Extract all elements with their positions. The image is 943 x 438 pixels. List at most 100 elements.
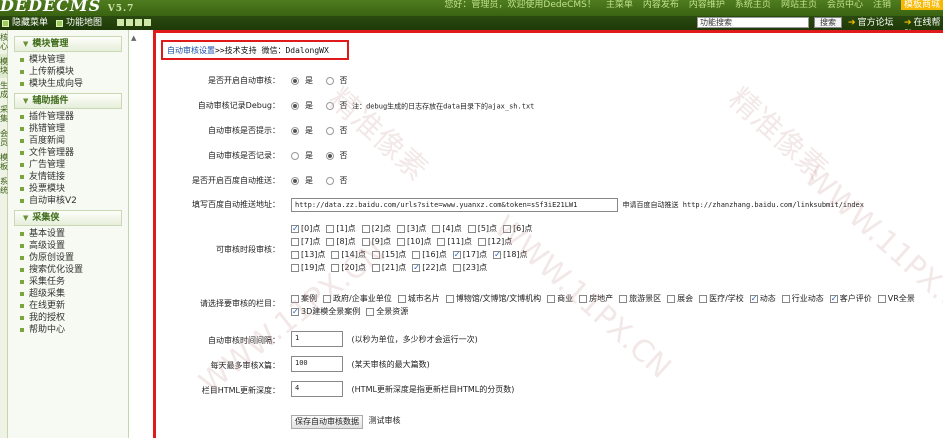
checkbox-icon[interactable] bbox=[397, 294, 406, 303]
column-checkbox[interactable]: 城市名片 bbox=[397, 293, 440, 305]
hour-checkbox[interactable]: [15]点 bbox=[371, 249, 406, 261]
sidebar-item-auto-review[interactable]: 自动审核V2 bbox=[20, 195, 128, 207]
sidebar-item-module-manage[interactable]: 模块管理 bbox=[20, 54, 128, 66]
sidebar-item-upload-module[interactable]: 上传新模块 bbox=[20, 66, 128, 78]
top-nav-site-home[interactable]: 网站主页 bbox=[781, 0, 817, 10]
radio-baidu-push-yes[interactable]: 是 bbox=[291, 176, 313, 186]
checkbox-icon[interactable] bbox=[397, 237, 406, 246]
column-checkbox[interactable]: 案例 bbox=[291, 293, 317, 305]
sidebar-item-baidu-news[interactable]: 百度新闻 bbox=[20, 135, 128, 147]
checkbox-icon[interactable] bbox=[477, 237, 486, 246]
sidebar-item-module-wizard[interactable]: 模块生成向导 bbox=[20, 78, 128, 90]
breadcrumb-link[interactable]: 自动审核设置 bbox=[167, 46, 215, 55]
top-nav-main-menu[interactable]: 主菜单 bbox=[606, 0, 633, 10]
hour-checkbox[interactable]: [9]点 bbox=[361, 236, 391, 248]
rail-tab-collect[interactable]: 采集 bbox=[0, 102, 8, 126]
radio-prompt-no[interactable]: 否 bbox=[325, 126, 348, 136]
column-checkbox[interactable]: 旅游景区 bbox=[619, 293, 661, 305]
checkbox-icon[interactable] bbox=[493, 249, 502, 261]
checkbox-icon[interactable] bbox=[667, 294, 676, 303]
rail-tab-system[interactable]: 系统 bbox=[0, 174, 8, 198]
rail-tab-generate[interactable]: 生成 bbox=[0, 78, 8, 102]
hour-checkbox[interactable]: [10]点 bbox=[397, 236, 431, 248]
sidebar-item-friend-links[interactable]: 友情链接 bbox=[20, 171, 128, 183]
sidebar-item-super-collect[interactable]: 超级采集 bbox=[20, 288, 128, 300]
checkbox-icon[interactable] bbox=[371, 250, 380, 259]
checkbox-icon[interactable] bbox=[579, 294, 588, 303]
radio-record-no[interactable]: 否 bbox=[325, 151, 348, 161]
hour-checkbox[interactable]: [14]点 bbox=[331, 249, 366, 261]
sidebar-item-my-license[interactable]: 我的授权 bbox=[20, 312, 128, 324]
rail-tab-module[interactable]: 模块 bbox=[0, 54, 8, 78]
hour-checkbox[interactable]: [19]点 bbox=[291, 262, 325, 274]
checkbox-icon[interactable] bbox=[291, 306, 299, 318]
hour-checkbox[interactable]: [5]点 bbox=[467, 223, 497, 235]
checkbox-icon[interactable] bbox=[331, 263, 340, 272]
checkbox-icon[interactable] bbox=[412, 262, 421, 274]
hour-checkbox[interactable]: [3]点 bbox=[397, 223, 426, 235]
hour-checkbox[interactable]: [23]点 bbox=[452, 262, 487, 274]
column-checkbox[interactable]: 动态 bbox=[749, 293, 776, 305]
hour-checkbox[interactable]: [16]点 bbox=[412, 249, 447, 261]
hour-checkbox[interactable]: [13]点 bbox=[291, 249, 325, 261]
checkbox-icon[interactable] bbox=[452, 263, 461, 272]
checkbox-icon[interactable] bbox=[291, 263, 299, 272]
hour-checkbox[interactable]: [20]点 bbox=[331, 262, 366, 274]
radio-debug-yes[interactable]: 是 bbox=[291, 101, 313, 111]
radio-debug-no[interactable]: 否 bbox=[325, 101, 348, 111]
sidebar-item-online-update[interactable]: 在线更新 bbox=[20, 300, 128, 312]
checkbox-icon[interactable] bbox=[323, 294, 331, 303]
top-nav-logout[interactable]: 注销 bbox=[873, 0, 891, 10]
checkbox-icon[interactable] bbox=[699, 294, 708, 303]
column-checkbox[interactable]: 博物馆/文博馆/文博机构 bbox=[445, 293, 541, 305]
sidebar-item-vote[interactable]: 投票模块 bbox=[20, 183, 128, 195]
checkbox-icon[interactable] bbox=[326, 237, 335, 246]
rail-tab-template[interactable]: 模板 bbox=[0, 150, 8, 174]
checkbox-icon[interactable] bbox=[291, 294, 299, 303]
hide-menu-button[interactable]: 隐藏菜单 bbox=[2, 17, 48, 29]
column-checkbox[interactable]: 展会 bbox=[667, 293, 693, 305]
hour-checkbox[interactable]: [1]点 bbox=[326, 223, 356, 235]
hour-checkbox[interactable]: [22]点 bbox=[412, 262, 447, 274]
checkbox-icon[interactable] bbox=[452, 249, 461, 261]
sidebar-scroll-up-icon[interactable]: ▲ bbox=[131, 34, 136, 42]
checkbox-icon[interactable] bbox=[397, 224, 406, 233]
hour-checkbox[interactable]: [12]点 bbox=[477, 236, 512, 248]
checkbox-icon[interactable] bbox=[291, 250, 299, 259]
checkbox-icon[interactable] bbox=[412, 250, 421, 259]
column-checkbox[interactable]: 商业 bbox=[547, 293, 573, 305]
checkbox-icon[interactable] bbox=[291, 237, 299, 246]
sidebar-item-file-manager[interactable]: 文件管理器 bbox=[20, 147, 128, 159]
section-plugins[interactable]: ▼ 辅助插件 bbox=[14, 93, 122, 109]
sidebar-item-basic-settings[interactable]: 基本设置 bbox=[20, 228, 128, 240]
checkbox-icon[interactable] bbox=[326, 224, 335, 233]
column-checkbox[interactable]: 行业动态 bbox=[781, 293, 824, 305]
hour-checkbox[interactable]: [4]点 bbox=[432, 223, 462, 235]
hour-checkbox[interactable]: [11]点 bbox=[437, 236, 472, 248]
checkbox-icon[interactable] bbox=[437, 237, 446, 246]
checkbox-icon[interactable] bbox=[877, 294, 886, 303]
sidebar-item-seo-settings[interactable]: 搜索优化设置 bbox=[20, 264, 128, 276]
hour-checkbox[interactable]: [0]点 bbox=[291, 223, 320, 235]
top-nav-maintain[interactable]: 内容维护 bbox=[689, 0, 725, 10]
checkbox-icon[interactable] bbox=[371, 263, 380, 272]
column-checkbox[interactable]: 3D建模全景案例 bbox=[291, 306, 360, 318]
html-depth-input[interactable]: 4 bbox=[291, 381, 343, 397]
column-checkbox[interactable]: 客户评价 bbox=[829, 293, 872, 305]
radio-prompt-yes[interactable]: 是 bbox=[291, 126, 313, 136]
checkbox-icon[interactable] bbox=[547, 294, 556, 303]
layout-icons[interactable] bbox=[117, 19, 151, 26]
hour-checkbox[interactable]: [2]点 bbox=[361, 223, 391, 235]
sidebar-item-pseudo-original[interactable]: 伪原创设置 bbox=[20, 252, 128, 264]
top-nav-publish[interactable]: 内容发布 bbox=[643, 0, 679, 10]
top-nav-member-center[interactable]: 会员中心 bbox=[827, 0, 863, 10]
checkbox-icon[interactable] bbox=[829, 293, 838, 305]
save-auto-review-button[interactable]: 保存自动审核数据 bbox=[291, 415, 363, 429]
radio-enable-yes[interactable]: 是 bbox=[291, 76, 313, 86]
checkbox-icon[interactable] bbox=[291, 223, 299, 235]
sidebar-item-collect-tasks[interactable]: 采集任务 bbox=[20, 276, 128, 288]
sidebar-item-error-manage[interactable]: 挑错管理 bbox=[20, 123, 128, 135]
checkbox-icon[interactable] bbox=[467, 224, 476, 233]
sidebar-item-ad-manage[interactable]: 广告管理 bbox=[20, 159, 128, 171]
column-checkbox[interactable]: 医疗/学校 bbox=[699, 293, 744, 305]
